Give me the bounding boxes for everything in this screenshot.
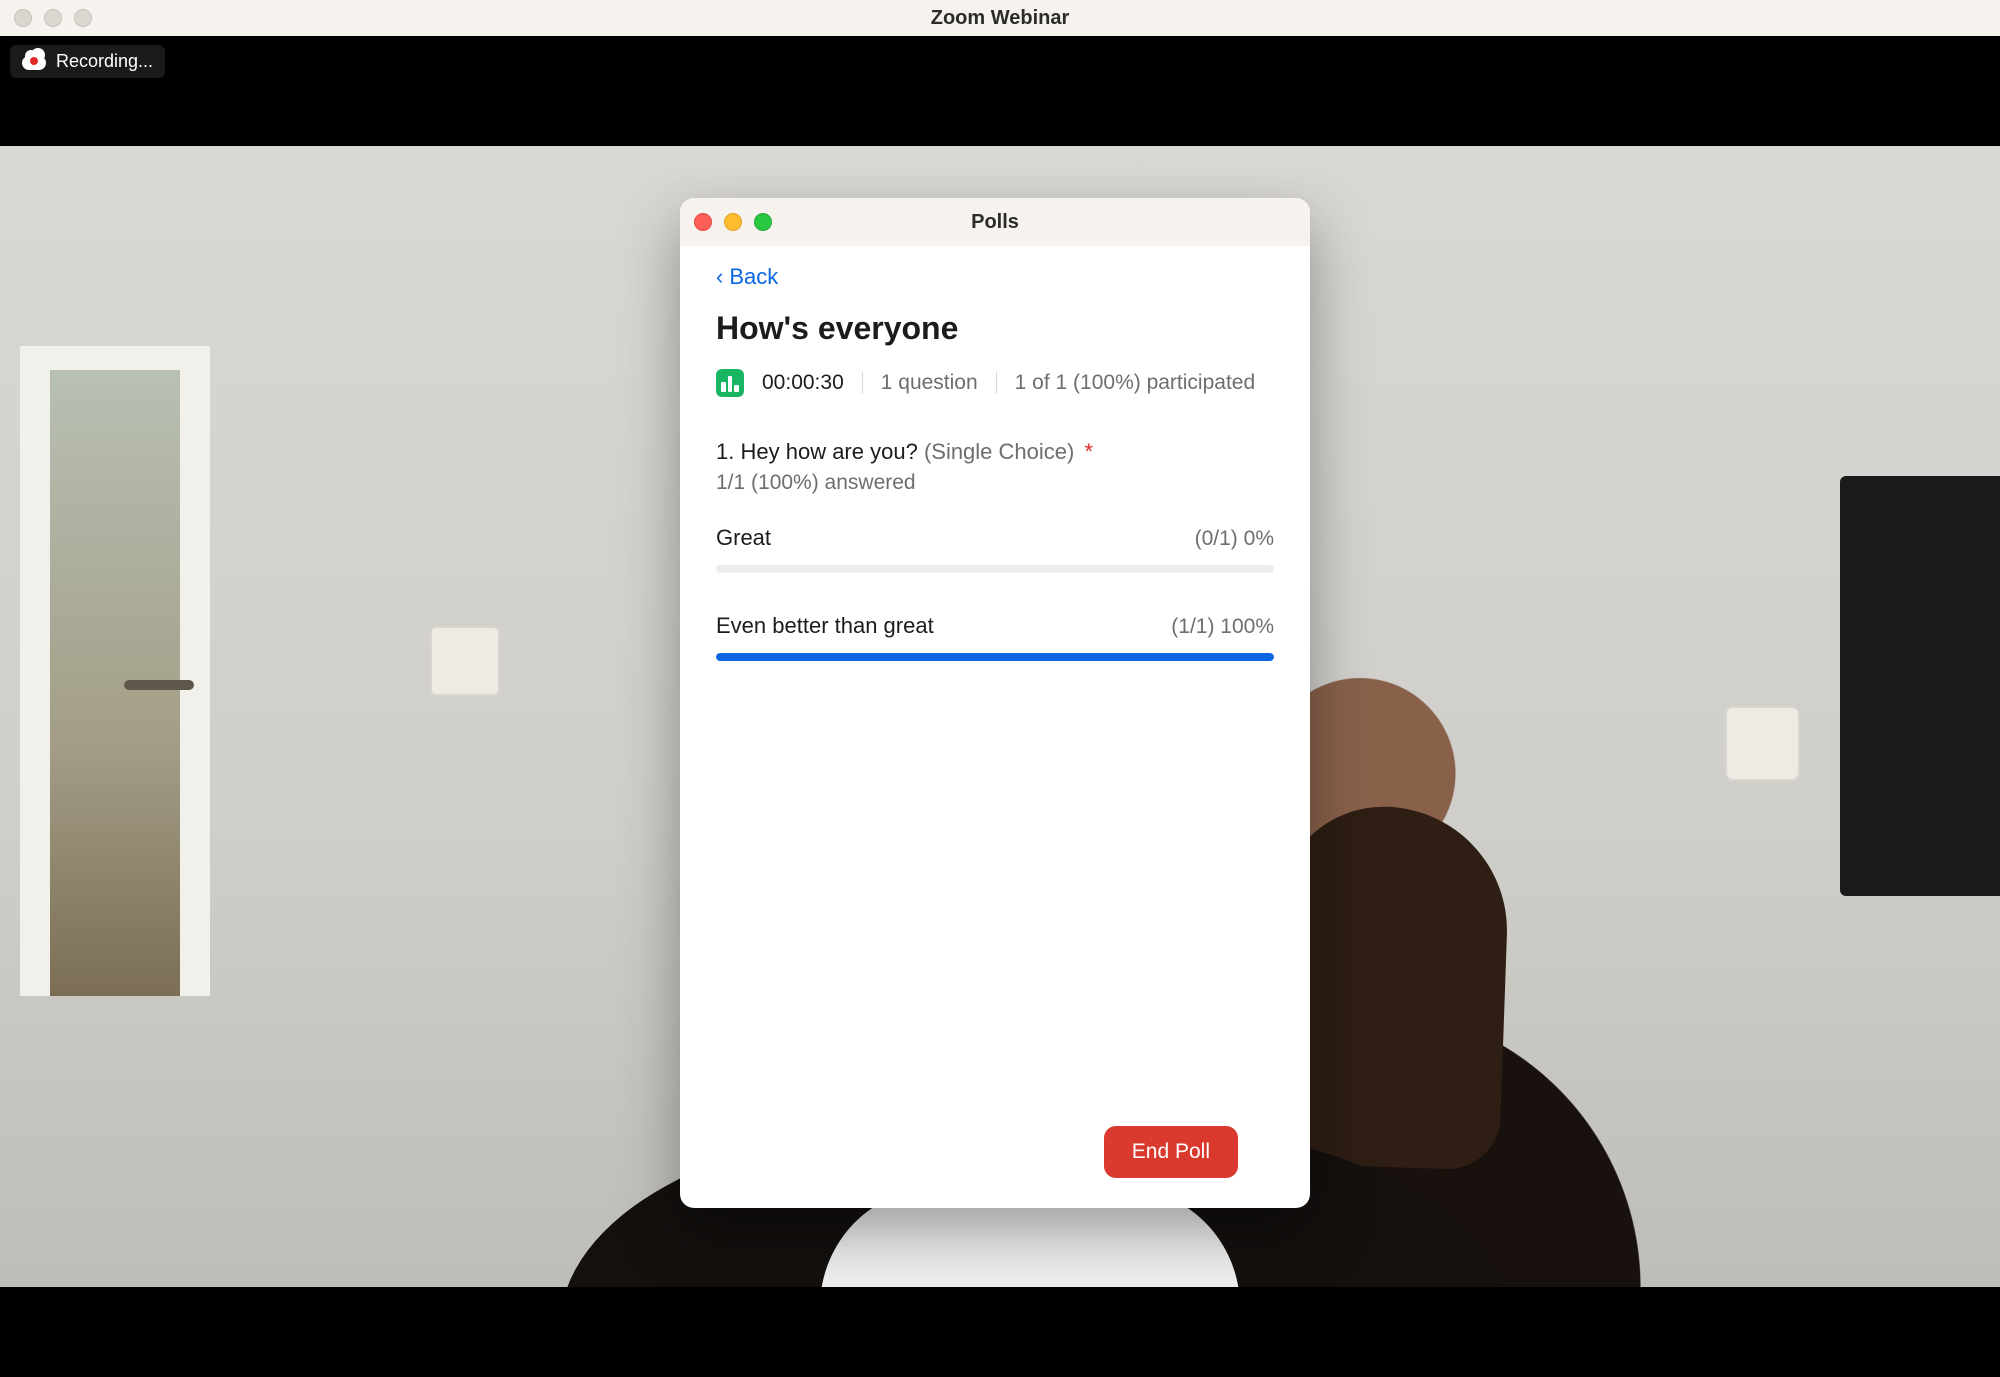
cloud-recording-icon	[22, 52, 46, 70]
back-label: Back	[729, 264, 778, 290]
app-traffic-lights	[14, 9, 92, 27]
chevron-left-icon: ‹	[716, 266, 723, 288]
poll-timer: 00:00:30	[762, 371, 844, 395]
tv-screen	[1840, 476, 2000, 896]
polls-title: Polls	[971, 211, 1019, 234]
maximize-icon[interactable]	[754, 213, 772, 231]
divider	[862, 372, 863, 394]
option-progress	[716, 653, 1274, 661]
wall-switch	[430, 626, 500, 696]
poll-name: How's everyone	[716, 310, 1274, 347]
question-text: Hey how are you?	[740, 439, 917, 464]
maximize-icon[interactable]	[74, 9, 92, 27]
poll-question-count: 1 question	[881, 371, 978, 395]
back-button[interactable]: ‹ Back	[716, 264, 778, 290]
polls-traffic-lights	[694, 213, 772, 231]
poll-options: Great (0/1) 0% Even better than great (1…	[716, 525, 1274, 661]
wall-switch	[1725, 706, 1800, 781]
divider	[996, 372, 997, 394]
room-door	[20, 346, 210, 996]
option-label: Great	[716, 525, 771, 551]
option-progress-fill	[716, 653, 1274, 661]
end-poll-button[interactable]: End Poll	[1104, 1126, 1238, 1178]
poll-meta-row: 00:00:30 1 question 1 of 1 (100%) partic…	[716, 369, 1274, 397]
polls-footer: End Poll	[716, 1106, 1274, 1208]
question-text-line: 1. Hey how are you? (Single Choice) *	[716, 439, 1274, 465]
meeting-bottom-bar	[0, 1287, 2000, 1377]
polls-titlebar[interactable]: Polls	[680, 198, 1310, 246]
option-label: Even better than great	[716, 613, 934, 639]
app-title: Zoom Webinar	[931, 7, 1070, 30]
polls-window: Polls ‹ Back How's everyone 00:00:30 1 q…	[680, 198, 1310, 1208]
question-answered: 1/1 (100%) answered	[716, 471, 1274, 495]
required-marker: *	[1084, 439, 1093, 464]
close-icon[interactable]	[14, 9, 32, 27]
polls-body: ‹ Back How's everyone 00:00:30 1 questio…	[680, 246, 1310, 1208]
question-type: (Single Choice)	[924, 439, 1074, 464]
poll-participation: 1 of 1 (100%) participated	[1015, 371, 1255, 395]
minimize-icon[interactable]	[44, 9, 62, 27]
app-titlebar: Zoom Webinar	[0, 0, 2000, 36]
poll-option: Even better than great (1/1) 100%	[716, 613, 1274, 661]
poll-question: 1. Hey how are you? (Single Choice) * 1/…	[716, 439, 1274, 701]
option-stat: (0/1) 0%	[1195, 527, 1274, 551]
minimize-icon[interactable]	[724, 213, 742, 231]
poll-option: Great (0/1) 0%	[716, 525, 1274, 573]
recording-indicator[interactable]: Recording...	[10, 45, 165, 78]
poll-icon	[716, 369, 744, 397]
question-number: 1.	[716, 439, 734, 464]
meeting-top-bar: Recording...	[0, 36, 2000, 86]
close-icon[interactable]	[694, 213, 712, 231]
option-progress	[716, 565, 1274, 573]
recording-label: Recording...	[56, 51, 153, 72]
option-stat: (1/1) 100%	[1171, 615, 1274, 639]
